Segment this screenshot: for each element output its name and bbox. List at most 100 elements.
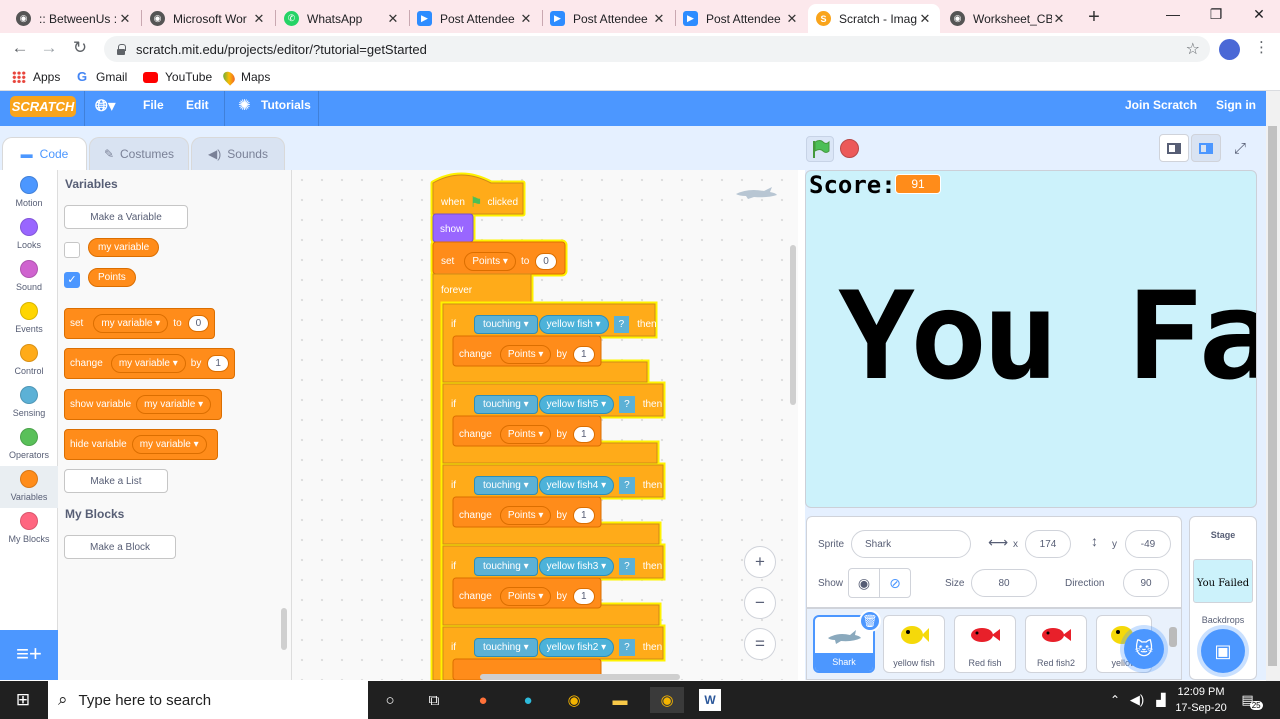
variable-dropdown[interactable]: Points xyxy=(499,506,552,525)
palette-scrollbar[interactable] xyxy=(281,608,287,650)
workspace-horizontal-scrollbar[interactable] xyxy=(480,674,680,680)
if-touching-block[interactable]: if touching yellow fish3 ? then xyxy=(451,557,662,576)
close-icon[interactable]: ✕ xyxy=(1052,11,1066,27)
variable-checkbox-checked[interactable]: ✓ xyxy=(64,272,80,288)
normal-stage-button[interactable] xyxy=(1191,134,1221,162)
taskbar-clock[interactable]: 12:09 PM 17-Sep-20 xyxy=(1170,684,1232,716)
sprite-dropdown[interactable]: yellow fish xyxy=(538,315,609,334)
variable-dropdown[interactable]: my variable xyxy=(110,354,186,373)
url-text[interactable]: scratch.mit.edu/projects/editor/?tutoria… xyxy=(136,42,427,57)
value-input[interactable]: 1 xyxy=(572,426,595,443)
forward-arrow-icon[interactable]: → xyxy=(38,38,60,58)
sprite-dropdown[interactable]: yellow fish3 xyxy=(538,557,615,576)
sprite-dropdown[interactable]: yellow fish5 xyxy=(538,395,615,414)
script-workspace[interactable]: when ⚑ clicked show set Points to 0 fore… xyxy=(292,170,798,680)
direction-input[interactable]: 90 xyxy=(1123,569,1169,597)
close-icon[interactable]: ✕ xyxy=(252,11,266,27)
category-looks[interactable]: Looks xyxy=(0,218,58,250)
file-explorer-icon[interactable]: ▬ xyxy=(607,687,633,713)
tab-sounds[interactable]: ◀) Sounds xyxy=(191,137,285,170)
size-input[interactable]: 80 xyxy=(971,569,1037,597)
make-block-button[interactable]: Make a Block xyxy=(64,535,176,559)
value-input[interactable]: 1 xyxy=(572,588,595,605)
value-input[interactable]: 1 xyxy=(572,346,595,363)
globe-language-icon[interactable]: 🌐︎▾ xyxy=(95,96,116,116)
bookmark-gmail[interactable]: G Gmail xyxy=(77,70,127,84)
close-icon[interactable]: ✕ xyxy=(118,11,132,27)
page-scrollbar-thumb[interactable] xyxy=(1268,126,1277,666)
category-variables[interactable]: Variables xyxy=(0,466,58,508)
add-extension-button[interactable]: ≡+ xyxy=(0,630,58,680)
browser-tab[interactable]: ▶ Post Attendee ✕ xyxy=(409,4,541,33)
touching-condition[interactable]: touching xyxy=(474,557,538,576)
category-sensing[interactable]: Sensing xyxy=(0,386,58,418)
tab-costumes[interactable]: ✎ Costumes xyxy=(89,137,189,170)
value-input[interactable]: 1 xyxy=(572,507,595,524)
address-bar[interactable]: scratch.mit.edu/projects/editor/?tutoria… xyxy=(104,36,1210,62)
zoom-out-button[interactable]: − xyxy=(744,587,776,619)
chrome-active-icon[interactable]: ◉ xyxy=(650,687,684,713)
sprite-dropdown[interactable]: yellow fish4 xyxy=(538,476,615,495)
sign-in-link[interactable]: Sign in xyxy=(1216,98,1256,112)
browser-tab[interactable]: ✆ WhatsApp ✕ xyxy=(276,4,408,33)
category-sound[interactable]: Sound xyxy=(0,260,58,292)
show-block[interactable]: show xyxy=(440,224,463,235)
variable-dropdown[interactable]: my variable xyxy=(136,395,212,414)
edit-menu[interactable]: Edit xyxy=(186,98,209,112)
variable-dropdown[interactable]: my variable xyxy=(93,314,169,333)
window-close-icon[interactable]: ✕ xyxy=(1249,6,1269,23)
forever-block[interactable]: forever xyxy=(441,285,472,296)
change-points-block[interactable]: change Points by 1 xyxy=(459,425,595,444)
browser-tab[interactable]: ◉ Microsoft Wor ✕ xyxy=(142,4,274,33)
stop-button[interactable] xyxy=(840,139,859,158)
change-points-block[interactable]: change Points by 1 xyxy=(459,345,595,364)
change-variable-block[interactable]: change my variable by 1 xyxy=(64,348,235,379)
tutorials-menu[interactable]: Tutorials xyxy=(261,98,311,112)
windows-start-icon[interactable]: ⊞ xyxy=(10,687,36,713)
fullscreen-button[interactable]: ⤢ xyxy=(1225,134,1255,162)
change-points-block[interactable]: change Points by 1 xyxy=(459,506,595,525)
browser-tab-active[interactable]: S Scratch - Imag ✕ xyxy=(808,4,940,33)
browser-tab[interactable]: ▶ Post Attendee ✕ xyxy=(542,4,674,33)
word-icon[interactable]: W xyxy=(699,689,721,711)
y-position-input[interactable]: -49 xyxy=(1125,530,1171,558)
sprite-tile-red-fish[interactable]: Red fish xyxy=(954,615,1016,673)
close-icon[interactable]: ✕ xyxy=(652,11,666,27)
variable-checkbox[interactable] xyxy=(64,242,80,258)
file-menu[interactable]: File xyxy=(143,98,164,112)
variable-dropdown[interactable]: Points xyxy=(499,425,552,444)
if-touching-block[interactable]: if touching yellow fish4 ? then xyxy=(451,476,662,495)
make-variable-button[interactable]: Make a Variable xyxy=(64,205,188,229)
browser-tab[interactable]: ◉ Worksheet_CB ✕ xyxy=(942,4,1074,33)
sprite-dropdown[interactable]: yellow fish2 xyxy=(538,638,615,657)
close-icon[interactable]: ✕ xyxy=(918,11,932,27)
green-flag-button[interactable] xyxy=(806,136,834,162)
touching-condition[interactable]: touching xyxy=(474,638,538,657)
bookmark-star-icon[interactable]: ☆ xyxy=(1186,39,1200,59)
category-my-blocks[interactable]: My Blocks xyxy=(0,512,58,544)
touching-condition[interactable]: touching xyxy=(474,476,538,495)
notifications-icon[interactable]: ▤ 25 xyxy=(1239,687,1265,713)
bookmark-maps[interactable]: Maps xyxy=(220,68,270,86)
back-arrow-icon[interactable]: ← xyxy=(9,38,31,58)
choose-backdrop-button[interactable]: ▣ xyxy=(1201,629,1245,673)
tab-code[interactable]: ▬ Code xyxy=(2,137,87,170)
category-control[interactable]: Control xyxy=(0,344,58,376)
join-scratch-link[interactable]: Join Scratch xyxy=(1125,98,1197,112)
value-input[interactable]: 0 xyxy=(187,315,210,332)
edge-icon[interactable]: ● xyxy=(515,687,541,713)
if-touching-block[interactable]: if touching yellow fish2 ? then xyxy=(451,638,662,657)
browser-tab[interactable]: ▶ Post Attendee ✕ xyxy=(675,4,807,33)
chrome-icon[interactable]: ◉ xyxy=(561,687,587,713)
category-motion[interactable]: Motion xyxy=(0,176,58,208)
new-tab-plus-icon[interactable]: + xyxy=(1084,6,1104,29)
stage-canvas[interactable]: Score: 91 You Failed xyxy=(805,170,1257,508)
close-icon[interactable]: ✕ xyxy=(785,11,799,27)
hide-variable-block[interactable]: hide variable my variable xyxy=(64,429,218,460)
variable-dropdown[interactable]: Points xyxy=(499,587,552,606)
change-points-block[interactable]: change Points by 1 xyxy=(459,587,595,606)
touching-condition[interactable]: touching xyxy=(474,315,538,334)
bookmark-apps[interactable]: Apps xyxy=(12,70,60,84)
volume-icon[interactable]: ◀) xyxy=(1124,687,1150,713)
variable-reporter-my-variable[interactable]: my variable xyxy=(88,238,160,257)
